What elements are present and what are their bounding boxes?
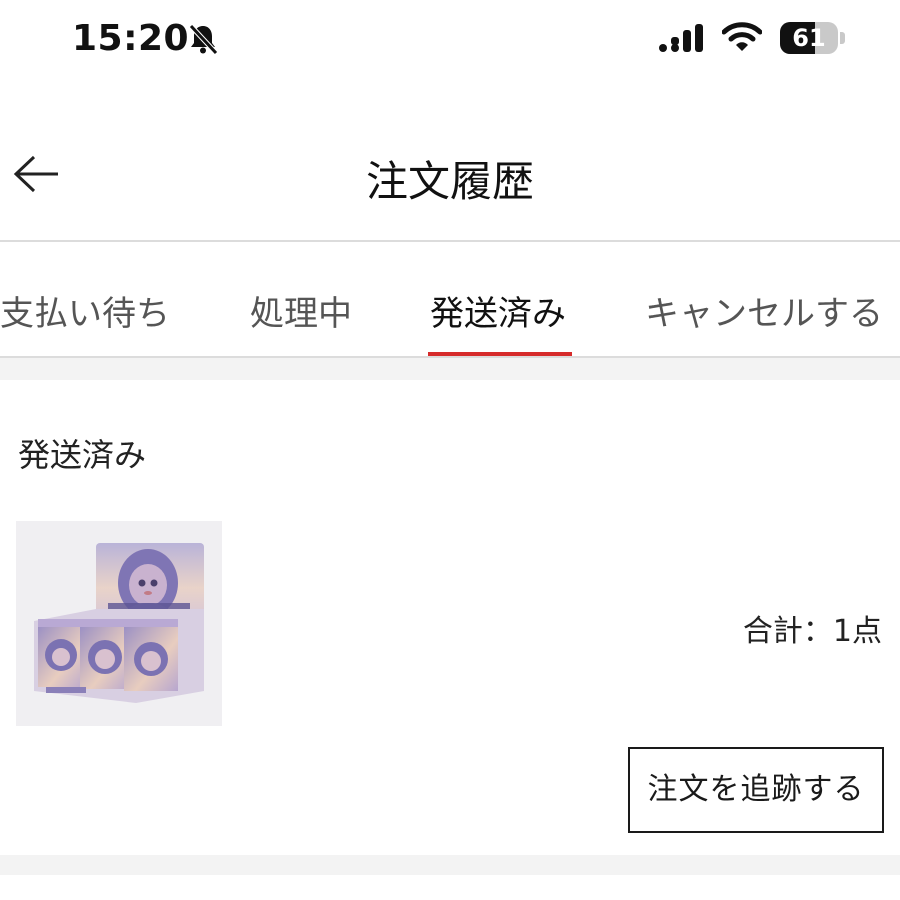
battery-icon: 61 (780, 22, 846, 54)
battery-body: 61 (780, 22, 838, 54)
section-separator-bottom (0, 855, 900, 875)
status-time: 15:20 (72, 18, 190, 59)
page-title: 注文履歴 (365, 157, 534, 206)
order-status-tabs: 支払い待ち 処理中 発送済み キャンセルする (0, 242, 900, 358)
product-box-illustration (16, 521, 222, 726)
page-header: 注文履歴 (0, 110, 900, 240)
tab-shipped[interactable]: 発送済み (430, 286, 566, 335)
wifi-icon (722, 22, 762, 51)
track-order-button[interactable]: 注文を追跡する (628, 747, 884, 833)
cellular-signal-icon (659, 24, 703, 52)
order-card: 発送済み 合計：1点 注文を追跡する (0, 380, 900, 855)
next-order-card (0, 875, 900, 900)
bell-slash-icon (189, 24, 218, 55)
status-bar: 15:20 61 (0, 0, 900, 80)
battery-level: 61 (792, 24, 826, 52)
section-separator (0, 358, 900, 380)
tab-awaiting-payment[interactable]: 支払い待ち (0, 286, 170, 335)
product-image[interactable] (16, 521, 222, 726)
battery-tip (840, 32, 845, 44)
order-status-label: 発送済み (18, 436, 147, 474)
order-total: 合計：1点 (742, 614, 882, 649)
tab-processing[interactable]: 処理中 (250, 286, 352, 335)
tab-cancel[interactable]: キャンセルする (645, 286, 883, 335)
